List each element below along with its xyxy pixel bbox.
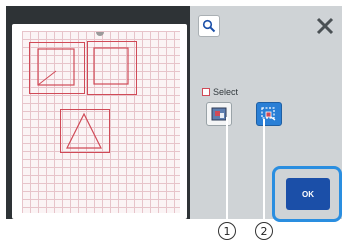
cutting-mat-grid[interactable] — [22, 31, 180, 213]
callout-number-1: 1 — [218, 222, 236, 240]
shape-1-outline — [37, 48, 75, 86]
ok-button[interactable]: OK — [286, 178, 330, 210]
device-screen: Select OK — [6, 6, 342, 222]
select-area-button[interactable] — [256, 102, 282, 126]
select-all-button[interactable] — [206, 102, 232, 126]
shape-2-outline — [93, 47, 129, 85]
select-all-icon — [211, 107, 227, 121]
callout-line-2 — [263, 119, 265, 221]
mat-top-marker — [96, 32, 104, 36]
magnifier-icon — [202, 19, 216, 33]
select-label: Select — [213, 87, 239, 97]
preview-area — [12, 24, 187, 219]
select-heading: Select — [202, 85, 238, 99]
control-panel: Select OK — [190, 6, 342, 222]
pattern-shape-3[interactable] — [60, 109, 110, 153]
zoom-button[interactable] — [198, 15, 220, 37]
close-icon — [316, 17, 334, 35]
pattern-shape-2[interactable] — [87, 41, 137, 95]
close-button[interactable] — [312, 13, 338, 39]
select-box-icon — [202, 88, 210, 96]
callout-line-1 — [226, 117, 228, 221]
callout-number-2: 2 — [255, 222, 273, 240]
triangle-shape — [66, 112, 102, 149]
pattern-shape-1[interactable] — [29, 42, 85, 94]
